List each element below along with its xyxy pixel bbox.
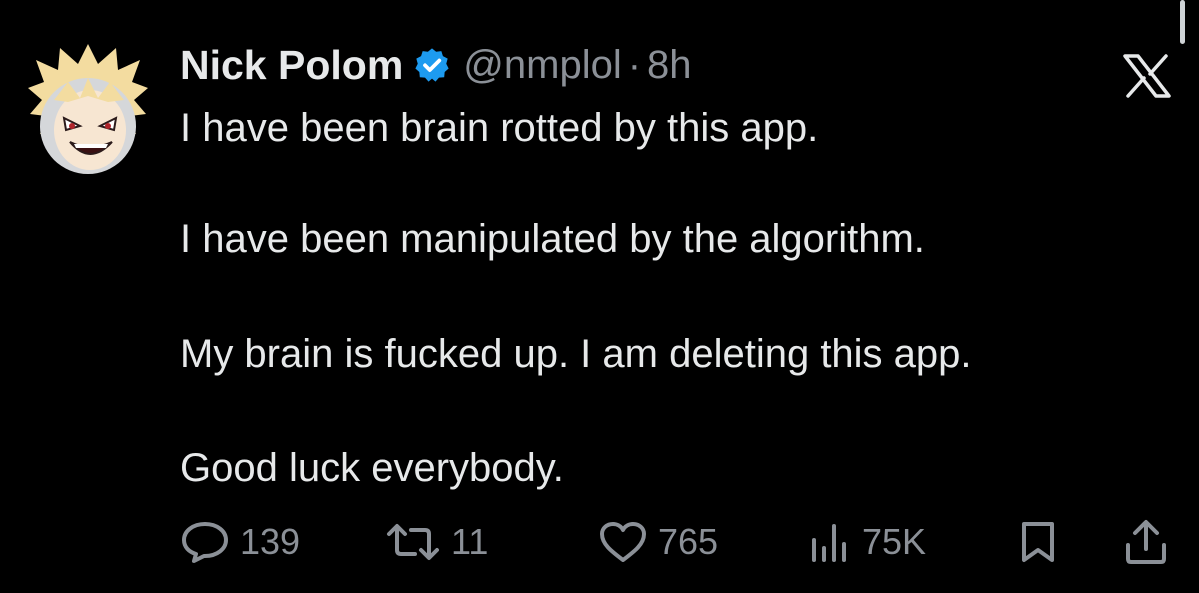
avatar[interactable]	[28, 42, 148, 174]
reply-count: 139	[240, 521, 301, 562]
tweet-actions: 139 11 765 75K	[0, 512, 1199, 572]
view-count: 75K	[862, 521, 927, 562]
share-icon	[1124, 519, 1168, 565]
bookmark-icon	[1018, 520, 1058, 564]
scroll-indicator[interactable]	[1180, 0, 1185, 44]
author-handle[interactable]: @nmplol	[463, 43, 621, 88]
like-icon	[598, 520, 648, 564]
repost-count: 11	[451, 521, 489, 562]
tweet-paragraph-2: I have been manipulated by the algorithm…	[180, 217, 925, 261]
tweet-header: Nick Polom @nmplol · 8h	[180, 40, 692, 90]
repost-button[interactable]: 11	[385, 512, 488, 572]
reply-icon	[180, 520, 230, 564]
author-name[interactable]: Nick Polom	[180, 42, 403, 89]
x-logo-icon[interactable]	[1123, 54, 1171, 98]
separator-dot: ·	[627, 42, 642, 87]
timestamp[interactable]: 8h	[647, 43, 692, 88]
tweet-paragraph-3: My brain is fucked up. I am deleting thi…	[180, 332, 972, 376]
views-button[interactable]: 75K	[808, 512, 926, 572]
verified-badge-icon	[413, 46, 451, 84]
tweet-paragraph-1: I have been brain rotted by this app.	[180, 106, 819, 150]
views-icon	[808, 520, 852, 564]
repost-icon	[385, 522, 441, 562]
like-count: 765	[658, 521, 719, 562]
tweet-paragraph-4: Good luck everybody.	[180, 446, 564, 490]
bookmark-button[interactable]	[1018, 512, 1058, 572]
like-button[interactable]: 765	[598, 512, 718, 572]
reply-button[interactable]: 139	[180, 512, 300, 572]
share-button[interactable]	[1124, 512, 1168, 572]
